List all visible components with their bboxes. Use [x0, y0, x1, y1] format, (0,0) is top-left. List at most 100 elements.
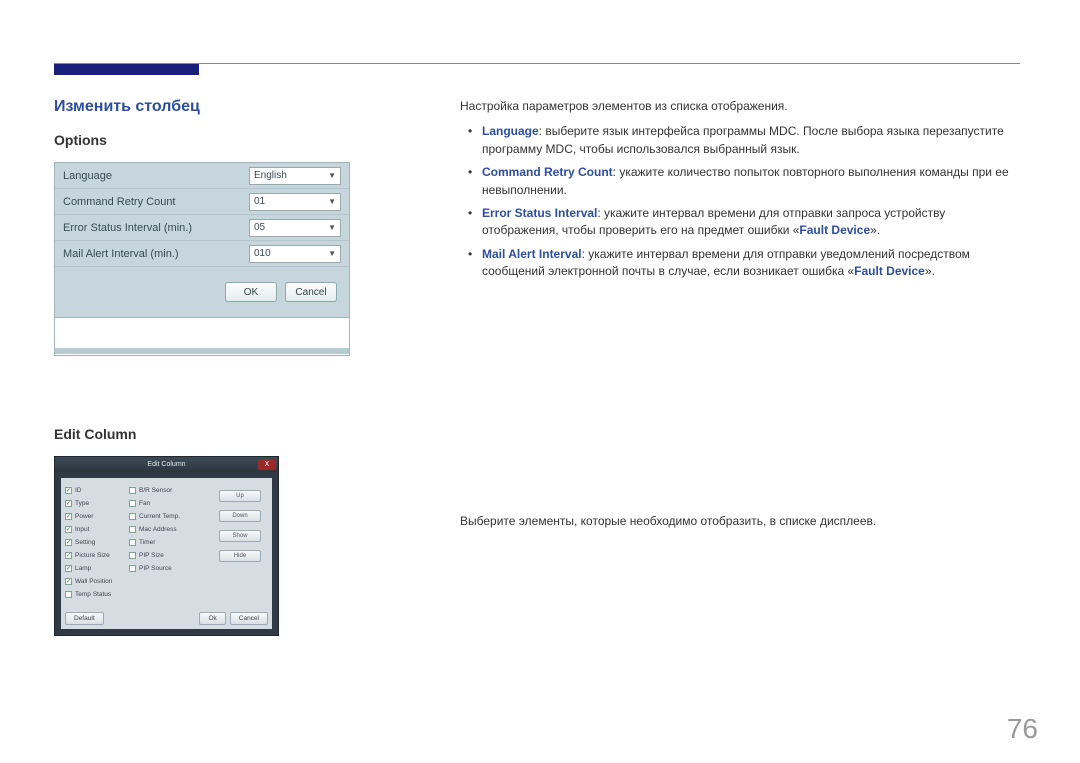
- item-label: Wall Position: [75, 578, 112, 585]
- item-label: ID: [75, 487, 82, 494]
- option-label: Error Status Interval (min.): [63, 222, 249, 234]
- page-number: 76: [1007, 713, 1038, 745]
- term-language: Language: [482, 124, 539, 138]
- list-item[interactable]: ✓Input: [65, 523, 127, 536]
- chevron-down-icon: ▼: [328, 171, 336, 180]
- list-item[interactable]: ✓Wall Position: [65, 575, 127, 588]
- list-item[interactable]: ✓Lamp: [65, 562, 127, 575]
- list-item[interactable]: ✓Type: [65, 497, 127, 510]
- language-select[interactable]: English ▼: [249, 167, 341, 185]
- chevron-down-icon: ▼: [328, 249, 336, 258]
- chevron-down-icon: ▼: [328, 197, 336, 206]
- hide-button[interactable]: Hide: [219, 550, 261, 562]
- editcol-right-list: ✓B/R Sensor ✓Fan ✓Current Temp. ✓Mac Add…: [129, 484, 197, 601]
- checkbox-icon[interactable]: ✓: [65, 578, 72, 585]
- item-label: PIP Source: [139, 565, 172, 572]
- checkbox-icon[interactable]: ✓: [65, 552, 72, 559]
- ok-button[interactable]: OK: [225, 282, 277, 302]
- select-value: 010: [254, 248, 271, 259]
- fault-device-term: Fault Device: [799, 223, 870, 237]
- checkbox-icon[interactable]: ✓: [129, 500, 136, 507]
- option-row-language: Language English ▼: [55, 163, 349, 189]
- option-label: Language: [63, 170, 249, 182]
- mai-select[interactable]: 010 ▼: [249, 245, 341, 263]
- chevron-down-icon: ▼: [328, 223, 336, 232]
- list-item[interactable]: ✓Mac Address: [129, 523, 197, 536]
- list-item[interactable]: ✓PIP Size: [129, 549, 197, 562]
- option-row-retry: Command Retry Count 01 ▼: [55, 189, 349, 215]
- retry-select[interactable]: 01 ▼: [249, 193, 341, 211]
- up-button[interactable]: Up: [219, 490, 261, 502]
- section-title: Изменить столбец: [54, 98, 350, 116]
- term-mai: Mail Alert Interval: [482, 247, 582, 261]
- select-value: 05: [254, 222, 265, 233]
- checkbox-icon[interactable]: ✓: [129, 565, 136, 572]
- checkbox-icon[interactable]: ✓: [129, 487, 136, 494]
- editcol-left-list: ✓ID ✓Type ✓Power ✓Input ✓Setting ✓Pictur…: [65, 484, 127, 601]
- list-item[interactable]: ✓Picture Size: [65, 549, 127, 562]
- esi-select[interactable]: 05 ▼: [249, 219, 341, 237]
- list-item[interactable]: ✓Power: [65, 510, 127, 523]
- item-label: Setting: [75, 539, 95, 546]
- close-button[interactable]: X: [258, 459, 276, 470]
- default-button[interactable]: Default: [65, 612, 104, 625]
- checkbox-icon[interactable]: ✓: [65, 539, 72, 546]
- item-label: Current Temp.: [139, 513, 180, 520]
- checkbox-icon[interactable]: ✓: [65, 591, 72, 598]
- item-label: B/R Sensor: [139, 487, 172, 494]
- item-label: Power: [75, 513, 93, 520]
- checkbox-icon[interactable]: ✓: [129, 513, 136, 520]
- list-item[interactable]: ✓Current Temp.: [129, 510, 197, 523]
- option-row-esi: Error Status Interval (min.) 05 ▼: [55, 215, 349, 241]
- dialog-title: Edit Column: [147, 461, 185, 468]
- item-label: Picture Size: [75, 552, 110, 559]
- list-item[interactable]: ✓ID: [65, 484, 127, 497]
- show-button[interactable]: Show: [219, 530, 261, 542]
- item-label: Temp Status: [75, 591, 111, 598]
- bullet-list: Language: выберите язык интерфейса прогр…: [460, 123, 1010, 280]
- item-label: Fan: [139, 500, 150, 507]
- checkbox-icon[interactable]: ✓: [65, 487, 72, 494]
- checkbox-icon[interactable]: ✓: [65, 513, 72, 520]
- bullet-item: Command Retry Count: укажите количество …: [482, 164, 1010, 199]
- item-label: Timer: [139, 539, 155, 546]
- option-label: Mail Alert Interval (min.): [63, 248, 249, 260]
- checkbox-icon[interactable]: ✓: [65, 565, 72, 572]
- list-item[interactable]: ✓B/R Sensor: [129, 484, 197, 497]
- list-item[interactable]: ✓Temp Status: [65, 588, 127, 601]
- editcolumn-heading: Edit Column: [54, 426, 350, 442]
- options-screenshot: Language English ▼ Command Retry Count 0…: [54, 162, 350, 356]
- list-item[interactable]: ✓Fan: [129, 497, 197, 510]
- option-label: Command Retry Count: [63, 196, 249, 208]
- checkbox-icon[interactable]: ✓: [129, 552, 136, 559]
- item-label: Lamp: [75, 565, 91, 572]
- option-row-mai: Mail Alert Interval (min.) 010 ▼: [55, 241, 349, 267]
- select-value: English: [254, 170, 287, 181]
- item-label: Type: [75, 500, 89, 507]
- bullet-item: Language: выберите язык интерфейса прогр…: [482, 123, 1010, 158]
- bullet-item: Mail Alert Interval: укажите интервал вр…: [482, 246, 1010, 281]
- editcolumn-description: Выберите элементы, которые необходимо от…: [460, 513, 1010, 530]
- ok-button[interactable]: Ok: [199, 612, 225, 625]
- checkbox-icon[interactable]: ✓: [129, 526, 136, 533]
- checkbox-icon[interactable]: ✓: [65, 526, 72, 533]
- list-item[interactable]: ✓Timer: [129, 536, 197, 549]
- list-item[interactable]: ✓Setting: [65, 536, 127, 549]
- bullet-text: ».: [925, 264, 935, 278]
- bullet-text: ».: [870, 223, 880, 237]
- checkbox-icon[interactable]: ✓: [129, 539, 136, 546]
- bullet-text: : выберите язык интерфейса программы MDC…: [482, 124, 1004, 155]
- down-button[interactable]: Down: [219, 510, 261, 522]
- fault-device-term: Fault Device: [854, 264, 925, 278]
- dialog-titlebar: Edit Column X: [55, 457, 278, 472]
- bullet-item: Error Status Interval: укажите интервал …: [482, 205, 1010, 240]
- list-item[interactable]: ✓PIP Source: [129, 562, 197, 575]
- accent-bar: [54, 64, 199, 75]
- checkbox-icon[interactable]: ✓: [65, 500, 72, 507]
- cancel-button[interactable]: Cancel: [285, 282, 337, 302]
- term-retry: Command Retry Count: [482, 165, 613, 179]
- cancel-button[interactable]: Cancel: [230, 612, 268, 625]
- select-value: 01: [254, 196, 265, 207]
- term-esi: Error Status Interval: [482, 206, 597, 220]
- item-label: Input: [75, 526, 89, 533]
